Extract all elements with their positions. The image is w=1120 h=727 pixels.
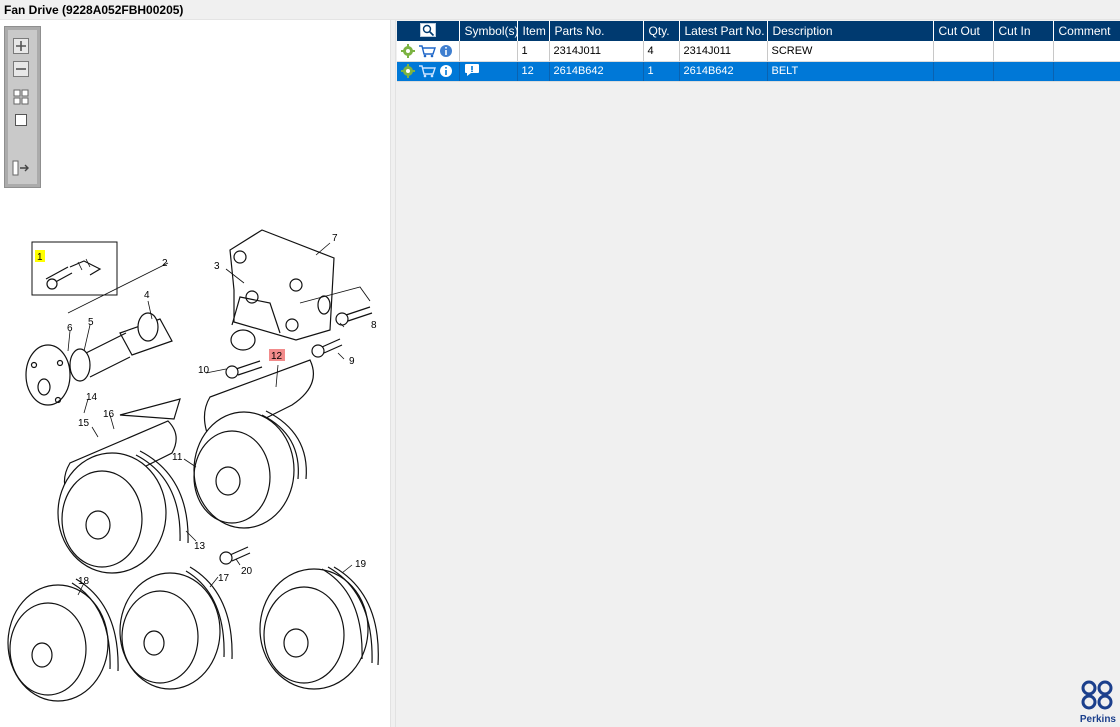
callout-13[interactable]: 13 [194, 541, 206, 552]
callout-7[interactable]: 7 [332, 233, 338, 244]
callout-4[interactable]: 4 [144, 290, 150, 301]
parts-table: Symbol(s) Item Parts No. Qty. Latest Par… [397, 21, 1120, 82]
column-header-description[interactable]: Description [767, 21, 934, 41]
column-header-qty[interactable]: Qty. [643, 21, 680, 41]
callout-2[interactable]: 2 [162, 258, 168, 269]
zoom-toolbar [4, 26, 41, 188]
callout-8[interactable]: 8 [371, 320, 377, 331]
toggle-list-icon[interactable] [12, 159, 30, 177]
comment-bubble-icon[interactable] [464, 63, 480, 77]
row-item: 1 [517, 41, 550, 62]
column-header-cut-in[interactable]: Cut In [993, 21, 1054, 41]
row-latest-part-no: 2614B642 [679, 61, 768, 82]
title-bar: Fan Drive (9228A052FBH00205) [0, 0, 1120, 20]
row-description: BELT [767, 61, 934, 82]
column-header-item[interactable]: Item [517, 21, 550, 41]
row-cut-in [993, 61, 1054, 82]
callout-11[interactable]: 11 [172, 452, 183, 463]
actual-size-icon[interactable] [12, 111, 30, 129]
brand-name: Perkins [1079, 714, 1116, 725]
illustration-pane[interactable]: 1 2 3 4 5 6 7 8 9 10 11 12 13 14 15 16 1… [0, 20, 390, 727]
column-header-tools[interactable] [397, 21, 460, 41]
fit-all-icon[interactable] [12, 88, 30, 106]
row-qty: 4 [643, 41, 680, 62]
row-description: SCREW [767, 41, 934, 62]
callout-20[interactable]: 20 [241, 566, 253, 577]
callout-1[interactable]: 1 [37, 252, 43, 263]
callout-12[interactable]: 12 [271, 351, 283, 362]
row-qty: 1 [643, 61, 680, 82]
callout-16[interactable]: 16 [103, 409, 115, 420]
row-cut-in [993, 41, 1054, 62]
callout-14[interactable]: 14 [86, 392, 98, 403]
row-comment [1053, 61, 1120, 82]
zoom-out-icon[interactable] [12, 60, 30, 78]
window-title: Fan Drive (9228A052FBH00205) [4, 3, 184, 17]
cart-icon[interactable] [418, 44, 436, 58]
callout-10[interactable]: 10 [198, 365, 210, 376]
parts-list-pane: Symbol(s) Item Parts No. Qty. Latest Par… [396, 20, 1120, 727]
gear-icon[interactable] [401, 64, 415, 78]
row-symbols [459, 41, 518, 62]
table-row[interactable]: 1 2314J011 4 2314J011 SCREW [397, 41, 1120, 62]
gear-icon[interactable] [401, 43, 415, 58]
column-header-parts-no[interactable]: Parts No. [549, 21, 644, 41]
row-latest-part-no: 2314J011 [679, 41, 768, 62]
callout-9[interactable]: 9 [349, 356, 355, 367]
cart-icon[interactable] [418, 64, 436, 78]
callout-6[interactable]: 6 [67, 323, 73, 334]
table-header: Symbol(s) Item Parts No. Qty. Latest Par… [397, 21, 1120, 41]
info-icon[interactable] [439, 64, 453, 78]
callout-17[interactable]: 17 [218, 573, 230, 584]
table-row[interactable]: 12 2614B642 1 2614B642 BELT [397, 61, 1120, 82]
column-header-cut-out[interactable]: Cut Out [933, 21, 994, 41]
row-cut-out [933, 61, 994, 82]
callout-5[interactable]: 5 [88, 317, 94, 328]
column-header-latest-part-no[interactable]: Latest Part No. [679, 21, 768, 41]
row-item: 12 [517, 61, 550, 82]
row-parts-no: 2314J011 [549, 41, 644, 62]
column-header-comment[interactable]: Comment [1053, 21, 1120, 41]
callout-15[interactable]: 15 [78, 418, 90, 429]
callout-19[interactable]: 19 [355, 559, 367, 570]
zoom-in-icon[interactable] [12, 37, 30, 55]
callout-3[interactable]: 3 [214, 261, 220, 272]
row-symbols [459, 61, 518, 82]
row-cut-out [933, 41, 994, 62]
search-parts-icon[interactable] [419, 22, 436, 37]
row-parts-no: 2614B642 [549, 61, 644, 82]
column-header-symbols[interactable]: Symbol(s) [459, 21, 518, 41]
row-comment [1053, 41, 1120, 62]
info-icon[interactable] [439, 44, 453, 58]
callout-18[interactable]: 18 [78, 576, 90, 587]
exploded-diagram: 1 2 3 4 5 6 7 8 9 10 11 12 13 14 15 16 1… [7, 229, 379, 702]
